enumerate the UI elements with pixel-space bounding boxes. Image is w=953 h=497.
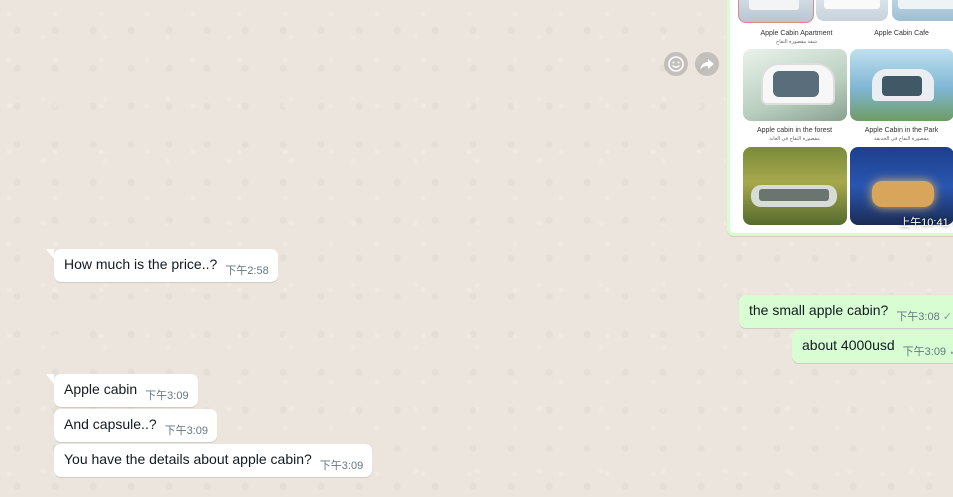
message-time: 下午3:08	[896, 311, 940, 323]
check-icon: ✓	[949, 217, 953, 229]
cabin-apartment-photo	[738, 0, 814, 23]
message-text: You have the details about apple cabin?	[64, 451, 312, 467]
catalog-image[interactable]: Apple Cabin Apartment شقة مقصورة التفاح …	[730, 0, 953, 233]
message-outgoing[interactable]: the small apple cabin? 下午3:08 ✓	[739, 295, 953, 328]
message-text: Apple cabin	[64, 381, 138, 397]
check-icon: ✓	[949, 343, 953, 362]
caption-cafe: Apple Cabin Cafe	[874, 30, 929, 37]
message-time: 下午3:09	[145, 390, 189, 402]
caption-apartment: Apple Cabin Apartment شقة مقصورة التفاح	[760, 30, 833, 45]
message-outgoing[interactable]: about 4000usd 下午3:09✓	[792, 330, 953, 363]
bubble-tail	[46, 374, 54, 384]
message-time: 下午3:09	[164, 425, 209, 437]
message-incoming[interactable]: And capsule..? 下午3:09	[54, 409, 218, 442]
caption-forest: Apple cabin in the forest مقصورة التفاح …	[756, 127, 833, 142]
smile-icon	[668, 56, 684, 72]
message-text: And capsule..?	[64, 416, 157, 432]
message-incoming[interactable]: Apple cabin 下午3:09	[46, 374, 198, 407]
message-time: 下午3:09	[319, 460, 364, 472]
cabin-park-photo	[850, 49, 953, 121]
emoji-reaction-button[interactable]	[664, 52, 688, 76]
check-icon: ✓	[942, 311, 952, 323]
forward-icon	[700, 59, 714, 70]
message-incoming[interactable]: How much is the price..? 下午2:58	[46, 249, 278, 282]
message-incoming[interactable]: You have the details about apple cabin? 下…	[54, 444, 373, 477]
message-time: 下午3:09	[902, 346, 947, 358]
caption-park: Apple Cabin in the Park مقصورة التفاح في…	[864, 127, 939, 142]
cabin-woods-photo	[743, 147, 847, 225]
bubble-tail	[46, 249, 54, 259]
forward-button[interactable]	[695, 52, 719, 76]
cabin-apartment-photo-2	[816, 0, 888, 21]
cabin-forest-photo	[743, 49, 847, 121]
message-text: about 4000usd	[802, 337, 895, 353]
image-timestamp: 上午10:41 ✓	[899, 214, 953, 230]
cabin-cafe-photo	[892, 0, 953, 21]
message-text: the small apple cabin?	[749, 302, 889, 318]
image-message[interactable]: Apple Cabin Apartment شقة مقصورة التفاح …	[727, 0, 953, 236]
message-time: 下午2:58	[225, 265, 269, 277]
message-text: How much is the price..?	[64, 256, 218, 272]
